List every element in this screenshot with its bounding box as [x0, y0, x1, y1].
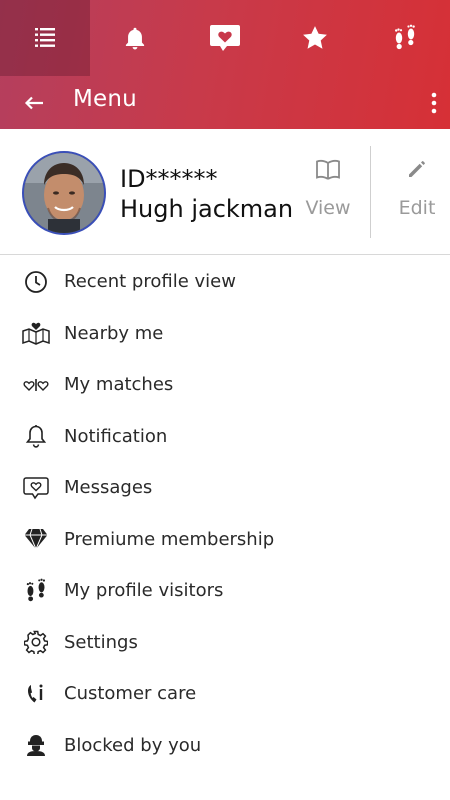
- menu-item-label: Messages: [64, 477, 153, 499]
- menu-item-premium-membership[interactable]: Premiume membership: [0, 514, 450, 566]
- back-arrow-icon: [24, 96, 43, 110]
- menu-item-label: Blocked by you: [64, 734, 202, 756]
- menu-item-label: Customer care: [64, 683, 197, 705]
- message-heart-icon: [22, 474, 50, 502]
- back-button[interactable]: [16, 88, 52, 118]
- profile-actions-divider: [370, 146, 371, 238]
- avatar[interactable]: [22, 151, 106, 235]
- heart-message-icon: [210, 25, 240, 51]
- more-options-button[interactable]: [424, 88, 444, 118]
- edit-profile-button[interactable]: Edit: [388, 159, 446, 229]
- menu-item-label: Nearby me: [64, 322, 164, 344]
- tab-messages[interactable]: [180, 0, 270, 76]
- phone-info-icon: [22, 680, 50, 708]
- map-heart-icon: [22, 319, 50, 347]
- view-profile-button[interactable]: View: [296, 159, 360, 229]
- profile-card: ID****** Hugh jackman View Edit: [0, 129, 450, 255]
- clock-icon: [22, 268, 50, 296]
- menu-item-blocked-by-you[interactable]: Blocked by you: [0, 720, 450, 772]
- tab-notifications[interactable]: [90, 0, 180, 76]
- diamond-icon: [22, 525, 50, 553]
- footprints-icon: [22, 577, 50, 605]
- menu-item-settings[interactable]: Settings: [0, 617, 450, 669]
- menu-item-label: My profile visitors: [64, 580, 224, 602]
- menu-item-label: Notification: [64, 425, 168, 447]
- menu-item-label: My matches: [64, 374, 174, 396]
- view-label: View: [305, 197, 351, 219]
- pencil-icon: [409, 161, 425, 177]
- page-title: Menu: [73, 86, 137, 112]
- profile-id: ID******: [120, 165, 218, 193]
- edit-label: Edit: [398, 197, 436, 219]
- menu-item-my-matches[interactable]: My matches: [0, 359, 450, 411]
- menu-item-notification[interactable]: Notification: [0, 411, 450, 463]
- menu-item-label: Recent profile view: [64, 271, 236, 293]
- menu-item-recent-profile-view[interactable]: Recent profile view: [0, 256, 450, 308]
- tab-visitors[interactable]: [360, 0, 450, 76]
- top-tabs: [0, 0, 450, 76]
- menu-item-messages[interactable]: Messages: [0, 462, 450, 514]
- title-bar: Menu: [0, 76, 450, 129]
- menu-item-customer-care[interactable]: Customer care: [0, 668, 450, 720]
- tab-favorites[interactable]: [270, 0, 360, 76]
- profile-name: Hugh jackman: [120, 195, 294, 223]
- more-vert-icon: [431, 92, 437, 114]
- menu-item-my-profile-visitors[interactable]: My profile visitors: [0, 565, 450, 617]
- app-bar: Menu: [0, 0, 450, 129]
- tab-menu[interactable]: [0, 0, 90, 76]
- menu-item-nearby-me[interactable]: Nearby me: [0, 308, 450, 360]
- bell-outline-icon: [22, 422, 50, 450]
- gear-icon: [22, 628, 50, 656]
- list-icon: [35, 28, 55, 47]
- bell-icon: [125, 27, 145, 50]
- book-icon: [316, 159, 340, 180]
- star-icon: [303, 26, 327, 49]
- profile-photo: [24, 153, 104, 233]
- blocked-user-icon: [22, 731, 50, 759]
- menu-item-label: Settings: [64, 631, 138, 653]
- menu-item-label: Premiume membership: [64, 528, 275, 550]
- menu-list: Recent profile view Nearby me My matches…: [0, 256, 450, 771]
- match-hearts-icon: [22, 371, 50, 399]
- footprints-icon: [395, 24, 415, 50]
